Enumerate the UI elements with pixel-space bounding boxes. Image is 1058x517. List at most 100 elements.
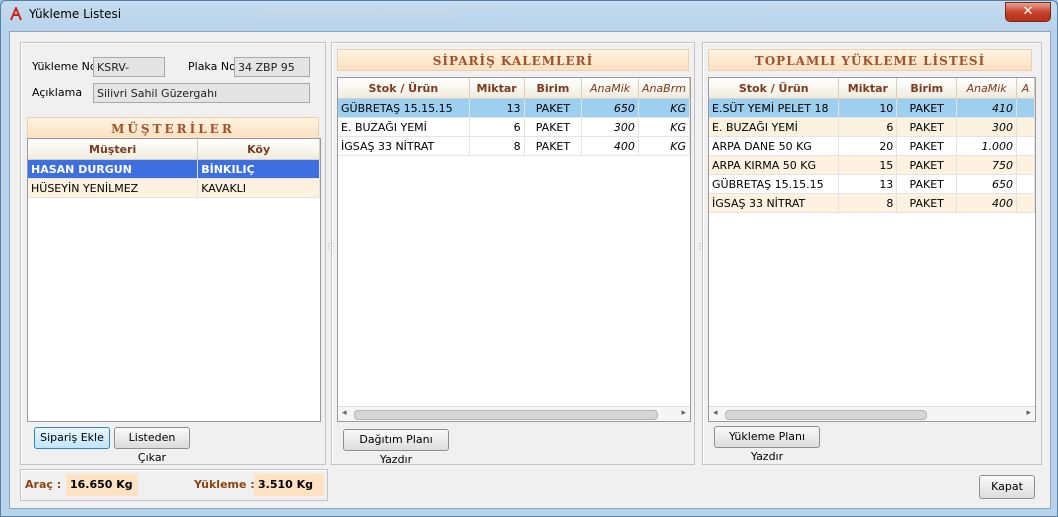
status-panel: Araç : 16.650 Kg Yükleme : 3.510 Kg: [20, 469, 328, 501]
cell-miktar: 6: [469, 117, 525, 137]
aciklama-label: Açıklama: [32, 86, 83, 99]
arac-label: Araç :: [25, 478, 62, 491]
splitter-left[interactable]: ⋮: [325, 242, 333, 251]
cell-stok: ARPA KIRMA 50 KG: [709, 155, 840, 175]
siparis-grid[interactable]: Stok / Ürün Miktar Birim AnaMik AnaBrm G…: [337, 77, 691, 422]
left-panel: Yükleme No KSRV-000001 Plaka No 34 ZBP 9…: [20, 42, 326, 465]
cell-stok: ARPA DANE 50 KG: [709, 136, 840, 156]
plaka-no-label: Plaka No: [188, 60, 236, 73]
table-row[interactable]: E. BUZAĞI YEMİ 6 PAKET 300: [709, 117, 1035, 137]
musteriler-title: MÜŞTERİLER: [27, 117, 319, 139]
cell-birim: PAKET: [896, 155, 958, 175]
toplamli-grid[interactable]: Stok / Ürün Miktar Birim AnaMik A E.SÜT …: [708, 77, 1036, 422]
cell-anamik: 300: [581, 117, 639, 137]
musteriler-table: Müşteri Köy HASAN DURGUN BİNKILIÇ HÜSEYİ…: [28, 139, 320, 198]
cell-koy: KAVAKLI: [197, 178, 320, 198]
cell-birim: PAKET: [896, 193, 958, 213]
cell-birim: PAKET: [524, 98, 583, 118]
table-row[interactable]: ARPA DANE 50 KG 20 PAKET 1.000: [709, 136, 1035, 156]
table-row[interactable]: İGSAŞ 33 NİTRAT 8 PAKET 400 KG: [338, 136, 690, 156]
column-header-anabrm[interactable]: A: [1016, 78, 1035, 99]
column-header-miktar[interactable]: Miktar: [838, 78, 898, 99]
window-close-button[interactable]: ✕: [1005, 2, 1051, 22]
scrollbar-thumb[interactable]: [354, 410, 658, 420]
cell-birim: PAKET: [524, 136, 583, 156]
dagitim-plani-yazdir-button[interactable]: Dağıtım Planı Yazdır: [343, 429, 449, 466]
yukleme-value: 3.510 Kg: [254, 474, 324, 496]
cell-anamik: 750: [956, 155, 1017, 175]
cell-anamik: 300: [956, 117, 1017, 137]
cell-musteri: HÜSEYİN YENİLMEZ: [28, 178, 199, 198]
scrollbar-thumb[interactable]: [725, 410, 927, 420]
cell-stok: GÜBRETAŞ 15.15.15: [338, 98, 470, 118]
cell-miktar: 15: [838, 155, 898, 175]
cell-miktar: 8: [838, 193, 898, 213]
column-header-anamik[interactable]: AnaMik: [581, 78, 639, 99]
column-header-miktar[interactable]: Miktar: [469, 78, 525, 99]
scroll-left-icon[interactable]: ◂: [342, 408, 347, 418]
toplamli-liste-title: TOPLAMLI YÜKLEME LİSTESİ: [708, 49, 1032, 71]
kapat-button[interactable]: Kapat: [979, 475, 1035, 499]
splitter-right[interactable]: ⋮: [696, 242, 704, 251]
cell-anabrm: [1016, 174, 1035, 194]
table-row[interactable]: E. BUZAĞI YEMİ 6 PAKET 300 KG: [338, 117, 690, 137]
middle-panel: SİPARİŞ KALEMLERİ Stok / Ürün Miktar Bir…: [331, 42, 695, 466]
table-row[interactable]: GÜBRETAŞ 15.15.15 13 PAKET 650: [709, 174, 1035, 194]
scroll-right-icon[interactable]: ▸: [1026, 408, 1031, 418]
table-row[interactable]: ARPA KIRMA 50 KG 15 PAKET 750: [709, 155, 1035, 175]
cell-stok: E.SÜT YEMİ PELET 18: [709, 98, 840, 118]
cell-anabrm: KG: [638, 136, 690, 156]
cell-birim: PAKET: [524, 117, 583, 137]
cell-miktar: 10: [838, 98, 898, 118]
cell-miktar: 6: [838, 117, 898, 137]
column-header-musteri[interactable]: Müşteri: [28, 139, 199, 160]
yukleme-plani-yazdir-button[interactable]: Yükleme Planı Yazdır: [714, 426, 820, 463]
cell-koy: BİNKILIÇ: [197, 159, 320, 179]
cell-musteri: HASAN DURGUN: [28, 159, 199, 179]
arac-value: 16.650 Kg: [66, 474, 138, 496]
cell-stok: E. BUZAĞI YEMİ: [338, 117, 470, 137]
cell-anamik: 650: [581, 98, 639, 118]
cell-miktar: 20: [838, 136, 898, 156]
yukleme-no-field[interactable]: KSRV-000001: [93, 57, 165, 94]
table-row[interactable]: HÜSEYİN YENİLMEZ KAVAKLI: [28, 178, 320, 198]
aciklama-field[interactable]: Silivri Sahil Güzergahı: [93, 83, 310, 103]
horizontal-scrollbar[interactable]: ◂ ▸: [338, 406, 690, 421]
cell-birim: PAKET: [896, 98, 958, 118]
yukleme-no-label: Yükleme No: [32, 60, 97, 73]
column-header-stok[interactable]: Stok / Ürün: [709, 78, 840, 99]
right-panel: TOPLAMLI YÜKLEME LİSTESİ Stok / Ürün Mik…: [702, 42, 1042, 465]
siparis-ekle-button[interactable]: Sipariş Ekle: [34, 427, 110, 449]
cell-anamik: 400: [581, 136, 639, 156]
cell-miktar: 13: [838, 174, 898, 194]
title-bar: Yükleme Listesi ✕: [1, 1, 1057, 29]
column-header-koy[interactable]: Köy: [197, 139, 320, 160]
cell-anabrm: [1016, 193, 1035, 213]
table-row[interactable]: İGSAŞ 33 NİTRAT 8 PAKET 400: [709, 193, 1035, 213]
column-header-stok[interactable]: Stok / Ürün: [338, 78, 470, 99]
client-area: Yükleme No KSRV-000001 Plaka No 34 ZBP 9…: [9, 31, 1051, 509]
plaka-no-field[interactable]: 34 ZBP 95: [234, 57, 310, 77]
cell-anabrm: [1016, 155, 1035, 175]
cell-anabrm: [1016, 98, 1035, 118]
siparis-kalemleri-title: SİPARİŞ KALEMLERİ: [337, 49, 689, 71]
table-row[interactable]: E.SÜT YEMİ PELET 18 10 PAKET 410: [709, 98, 1035, 118]
scroll-left-icon[interactable]: ◂: [713, 408, 718, 418]
cell-anamik: 400: [956, 193, 1017, 213]
horizontal-scrollbar[interactable]: ◂ ▸: [709, 406, 1035, 421]
column-header-birim[interactable]: Birim: [524, 78, 583, 99]
musteriler-grid[interactable]: Müşteri Köy HASAN DURGUN BİNKILIÇ HÜSEYİ…: [27, 138, 321, 422]
column-header-anamik[interactable]: AnaMik: [956, 78, 1017, 99]
scroll-right-icon[interactable]: ▸: [681, 408, 686, 418]
main-window: Yükleme Listesi ✕ Yükleme No KSRV-000001…: [0, 0, 1058, 517]
cell-anabrm: [1016, 136, 1035, 156]
column-header-birim[interactable]: Birim: [896, 78, 958, 99]
table-row[interactable]: GÜBRETAŞ 15.15.15 13 PAKET 650 KG: [338, 98, 690, 118]
table-row[interactable]: HASAN DURGUN BİNKILIÇ: [28, 159, 320, 179]
cell-birim: PAKET: [896, 174, 958, 194]
siparis-table: Stok / Ürün Miktar Birim AnaMik AnaBrm G…: [338, 78, 690, 156]
cell-stok: İGSAŞ 33 NİTRAT: [709, 193, 840, 213]
listeden-cikar-button[interactable]: Listeden Çıkar: [114, 427, 190, 464]
column-header-anabrm[interactable]: AnaBrm: [638, 78, 690, 99]
window-title: Yükleme Listesi: [29, 7, 122, 21]
